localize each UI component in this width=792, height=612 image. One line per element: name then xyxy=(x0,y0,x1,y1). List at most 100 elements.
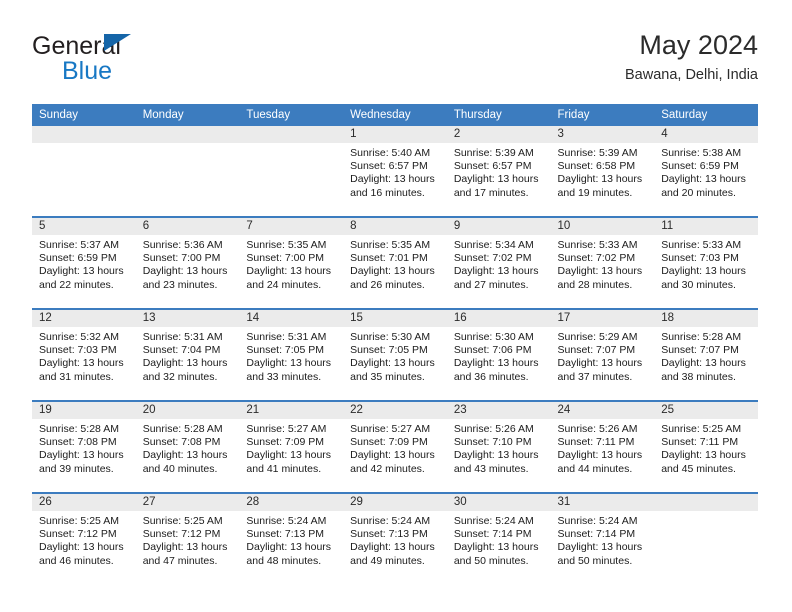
day-details: Sunrise: 5:33 AM Sunset: 7:03 PM Daylight:… xyxy=(654,235,758,292)
week-row: 12 Sunrise: 5:32 AM Sunset: 7:03 PM Dayligh… xyxy=(32,308,758,401)
daylight-text-line1: Daylight: 13 hours xyxy=(142,449,228,462)
daylight-text-line2: and 43 minutes. xyxy=(453,462,529,475)
daylight-text-line2: and 30 minutes. xyxy=(661,278,736,291)
day-details: Sunrise: 5:28 AM Sunset: 7:08 PM Daylight:… xyxy=(32,419,136,476)
daylight-text-line1: Daylight: 13 hours xyxy=(39,357,124,370)
daylight-text-line1: Daylight: 13 hours xyxy=(350,449,435,462)
day-number: 31 xyxy=(550,494,655,511)
day-details xyxy=(239,143,343,147)
sunset-text: Sunset: 7:09 PM xyxy=(350,436,428,449)
day-cell[interactable]: 26 Sunrise: 5:25 AM Sunset: 7:12 PM Dayligh… xyxy=(32,492,136,584)
sunrise-text: Sunrise: 5:24 AM xyxy=(557,515,638,527)
calendar-header-row: Sunday Monday Tuesday Wednesday Thursday… xyxy=(32,104,758,126)
daylight-text-line2: and 24 minutes. xyxy=(246,278,322,291)
sunset-text: Sunset: 6:59 PM xyxy=(39,252,117,265)
day-cell[interactable]: 27 Sunrise: 5:25 AM Sunset: 7:12 PM Dayligh… xyxy=(135,492,240,584)
day-cell[interactable]: 12 Sunrise: 5:32 AM Sunset: 7:03 PM Dayligh… xyxy=(32,308,136,401)
day-cell[interactable] xyxy=(32,126,136,217)
day-number: 29 xyxy=(343,494,447,511)
daylight-text-line2: and 32 minutes. xyxy=(142,370,218,383)
sunset-text: Sunset: 7:13 PM xyxy=(350,528,428,541)
day-cell[interactable]: 13 Sunrise: 5:31 AM Sunset: 7:04 PM Dayligh… xyxy=(135,308,240,401)
day-cell[interactable]: 11 Sunrise: 5:33 AM Sunset: 7:03 PM Dayligh… xyxy=(654,216,758,309)
day-cell[interactable]: 31 Sunrise: 5:24 AM Sunset: 7:14 PM Dayligh… xyxy=(550,492,655,584)
day-cell[interactable] xyxy=(239,126,344,217)
day-number xyxy=(654,494,758,511)
sunrise-text: Sunrise: 5:24 AM xyxy=(350,515,431,527)
day-number: 27 xyxy=(135,494,240,511)
sunset-text: Sunset: 7:08 PM xyxy=(142,436,221,449)
sunrise-text: Sunrise: 5:30 AM xyxy=(350,331,431,343)
day-number: 21 xyxy=(239,402,344,419)
day-cell[interactable]: 1 Sunrise: 5:40 AM Sunset: 6:57 PM Daylight… xyxy=(343,126,447,217)
sunset-text: Sunset: 7:09 PM xyxy=(246,436,325,449)
column-header-thursday: Thursday xyxy=(446,104,551,126)
day-cell[interactable]: 23 Sunrise: 5:26 AM Sunset: 7:10 PM Dayligh… xyxy=(446,400,551,493)
day-details: Sunrise: 5:29 AM Sunset: 7:07 PM Daylight:… xyxy=(551,327,655,384)
sunrise-text: Sunrise: 5:25 AM xyxy=(39,515,119,527)
sunset-text: Sunset: 7:11 PM xyxy=(557,436,635,449)
day-cell[interactable]: 4 Sunrise: 5:38 AM Sunset: 6:59 PM Daylight… xyxy=(654,126,758,217)
day-cell[interactable]: 24 Sunrise: 5:26 AM Sunset: 7:11 PM Dayligh… xyxy=(550,400,655,493)
day-details: Sunrise: 5:39 AM Sunset: 6:57 PM Daylight:… xyxy=(447,143,551,200)
day-details: Sunrise: 5:27 AM Sunset: 7:09 PM Daylight:… xyxy=(343,419,447,476)
day-cell[interactable]: 9 Sunrise: 5:34 AM Sunset: 7:02 PM Daylight… xyxy=(446,216,551,309)
daylight-text-line1: Daylight: 13 hours xyxy=(557,449,643,462)
day-cell[interactable]: 29 Sunrise: 5:24 AM Sunset: 7:13 PM Dayligh… xyxy=(343,492,447,584)
week-row: 5 Sunrise: 5:37 AM Sunset: 6:59 PM Daylight… xyxy=(32,216,758,309)
sunset-text: Sunset: 7:00 PM xyxy=(246,252,325,265)
sunrise-text: Sunrise: 5:33 AM xyxy=(661,239,742,251)
day-cell[interactable]: 16 Sunrise: 5:30 AM Sunset: 7:06 PM Dayligh… xyxy=(446,308,551,401)
day-cell[interactable]: 2 Sunrise: 5:39 AM Sunset: 6:57 PM Daylight… xyxy=(446,126,551,217)
day-cell[interactable]: 25 Sunrise: 5:25 AM Sunset: 7:11 PM Dayligh… xyxy=(654,400,758,493)
day-cell[interactable]: 18 Sunrise: 5:28 AM Sunset: 7:07 PM Dayligh… xyxy=(654,308,758,401)
column-header-sunday: Sunday xyxy=(32,104,136,126)
sunrise-text: Sunrise: 5:31 AM xyxy=(142,331,223,343)
daylight-text-line2: and 40 minutes. xyxy=(142,462,218,475)
sunset-text: Sunset: 7:10 PM xyxy=(453,436,532,449)
day-cell[interactable]: 5 Sunrise: 5:37 AM Sunset: 6:59 PM Daylight… xyxy=(32,216,136,309)
day-cell[interactable]: 15 Sunrise: 5:30 AM Sunset: 7:05 PM Dayligh… xyxy=(343,308,447,401)
logo-text-blue: Blue xyxy=(62,57,113,85)
day-cell[interactable]: 3 Sunrise: 5:39 AM Sunset: 6:58 PM Daylight… xyxy=(550,126,655,217)
day-cell[interactable] xyxy=(654,492,758,584)
daylight-text-line1: Daylight: 13 hours xyxy=(246,541,332,554)
day-number: 9 xyxy=(446,218,551,235)
calendar-body: 1 Sunrise: 5:40 AM Sunset: 6:57 PM Daylight… xyxy=(32,126,758,584)
day-details: Sunrise: 5:32 AM Sunset: 7:03 PM Daylight:… xyxy=(32,327,136,384)
daylight-text-line1: Daylight: 13 hours xyxy=(557,173,643,186)
day-details: Sunrise: 5:27 AM Sunset: 7:09 PM Daylight:… xyxy=(239,419,343,476)
day-cell[interactable]: 30 Sunrise: 5:24 AM Sunset: 7:14 PM Dayligh… xyxy=(446,492,551,584)
day-cell[interactable]: 6 Sunrise: 5:36 AM Sunset: 7:00 PM Daylight… xyxy=(135,216,240,309)
day-cell[interactable]: 22 Sunrise: 5:27 AM Sunset: 7:09 PM Dayligh… xyxy=(343,400,447,493)
day-cell[interactable]: 14 Sunrise: 5:31 AM Sunset: 7:05 PM Dayligh… xyxy=(239,308,344,401)
sunset-text: Sunset: 7:05 PM xyxy=(246,344,325,357)
day-cell[interactable]: 10 Sunrise: 5:33 AM Sunset: 7:02 PM Dayligh… xyxy=(550,216,655,309)
day-number: 25 xyxy=(654,402,758,419)
sunset-text: Sunset: 7:14 PM xyxy=(557,528,636,541)
column-header-monday: Monday xyxy=(135,104,240,126)
daylight-text-line1: Daylight: 13 hours xyxy=(142,265,228,278)
day-cell[interactable]: 17 Sunrise: 5:29 AM Sunset: 7:07 PM Dayligh… xyxy=(550,308,655,401)
daylight-text-line1: Daylight: 13 hours xyxy=(453,265,539,278)
day-cell[interactable]: 8 Sunrise: 5:35 AM Sunset: 7:01 PM Daylight… xyxy=(343,216,447,309)
day-details: Sunrise: 5:25 AM Sunset: 7:12 PM Daylight:… xyxy=(32,511,136,568)
day-cell[interactable]: 28 Sunrise: 5:24 AM Sunset: 7:13 PM Dayligh… xyxy=(239,492,344,584)
day-number: 19 xyxy=(32,402,136,419)
day-number: 20 xyxy=(135,402,240,419)
day-cell[interactable]: 19 Sunrise: 5:28 AM Sunset: 7:08 PM Dayligh… xyxy=(32,400,136,493)
day-details: Sunrise: 5:39 AM Sunset: 6:58 PM Daylight:… xyxy=(551,143,655,200)
day-cell[interactable]: 7 Sunrise: 5:35 AM Sunset: 7:00 PM Daylight… xyxy=(239,216,344,309)
day-number: 30 xyxy=(446,494,551,511)
day-cell[interactable]: 21 Sunrise: 5:27 AM Sunset: 7:09 PM Dayligh… xyxy=(239,400,344,493)
day-number: 26 xyxy=(32,494,136,511)
location-subtitle: Bawana, Delhi, India xyxy=(625,67,758,83)
daylight-text-line2: and 36 minutes. xyxy=(453,370,529,383)
daylight-text-line2: and 16 minutes. xyxy=(350,186,425,199)
sunrise-text: Sunrise: 5:33 AM xyxy=(557,239,638,251)
day-number: 24 xyxy=(550,402,655,419)
column-header-tuesday: Tuesday xyxy=(239,104,344,126)
day-cell[interactable] xyxy=(135,126,240,217)
daylight-text-line1: Daylight: 13 hours xyxy=(661,265,746,278)
day-cell[interactable]: 20 Sunrise: 5:28 AM Sunset: 7:08 PM Dayligh… xyxy=(135,400,240,493)
